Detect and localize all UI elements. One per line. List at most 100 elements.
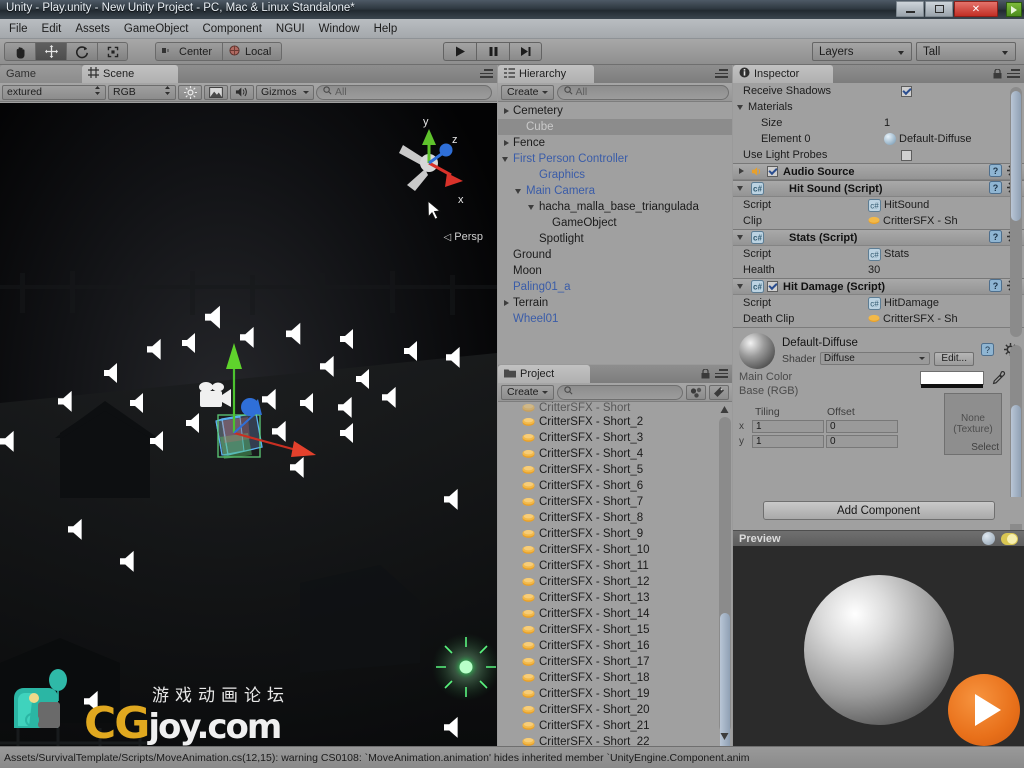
menu-item-ngui[interactable]: NGUI <box>269 21 312 37</box>
receive-shadows-row[interactable]: Receive Shadows <box>733 83 1024 99</box>
project-search-input[interactable] <box>556 384 683 400</box>
skybox-toggle-button[interactable] <box>204 84 228 100</box>
play-button[interactable] <box>443 42 476 61</box>
inspector-panel-menu-icon[interactable] <box>1007 69 1020 79</box>
materials-foldout-icon[interactable] <box>737 103 746 112</box>
project-asset-list[interactable]: CritterSFX - Short CritterSFX - Short_2 Cr… <box>498 402 732 746</box>
hierarchy-item[interactable]: GameObject <box>498 215 732 231</box>
menu-item-window[interactable]: Window <box>312 21 367 37</box>
menu-item-component[interactable]: Component <box>195 21 268 37</box>
scale-tool-button[interactable] <box>97 42 128 61</box>
texture-select-button[interactable]: Select <box>971 442 999 453</box>
component-foldout-icon[interactable] <box>737 184 746 193</box>
project-asset-row[interactable]: CritterSFX - Short <box>498 402 732 414</box>
component-help-icon[interactable]: ? <box>989 278 1002 295</box>
materials-element0-row[interactable]: Element 0 Default-Diffuse <box>733 131 1024 147</box>
foldout-arrow-icon[interactable] <box>502 299 511 308</box>
foldout-arrow-icon[interactable] <box>502 139 511 148</box>
project-asset-row[interactable]: CritterSFX - Short_7 <box>498 494 732 510</box>
tab-inspector[interactable]: Inspector <box>733 65 833 83</box>
component-header[interactable]: c# Stats (Script)? <box>733 229 1024 246</box>
hierarchy-panel-menu-icon[interactable] <box>715 69 728 79</box>
hierarchy-item[interactable]: Cube <box>498 119 732 135</box>
component-foldout-icon[interactable] <box>737 167 746 176</box>
project-asset-row[interactable]: CritterSFX - Short_2 <box>498 414 732 430</box>
property-value[interactable]: c# Stats <box>868 247 1020 261</box>
layout-dropdown[interactable]: Tall <box>916 42 1016 61</box>
tiling-x-field[interactable]: 1 <box>752 420 824 433</box>
foldout-arrow-icon[interactable] <box>515 187 524 196</box>
preview-lighting-toggle-icon[interactable] <box>1001 532 1018 545</box>
eyedropper-icon[interactable] <box>992 371 1006 388</box>
audio-toggle-button[interactable] <box>230 84 254 100</box>
receive-shadows-checkbox[interactable] <box>901 85 912 97</box>
project-lock-icon[interactable] <box>701 368 710 382</box>
tab-scene[interactable]: Scene <box>82 65 178 83</box>
hierarchy-item[interactable]: Wheel01 <box>498 311 732 327</box>
minimize-button[interactable] <box>896 1 924 17</box>
property-value[interactable]: CritterSFX - Sh <box>868 215 1020 227</box>
component-property-row[interactable]: Script c# Stats <box>733 246 1024 262</box>
materials-size-row[interactable]: Size 1 <box>733 115 1024 131</box>
project-asset-row[interactable]: CritterSFX - Short_22 <box>498 734 732 746</box>
project-asset-row[interactable]: CritterSFX - Short_3 <box>498 430 732 446</box>
menu-item-edit[interactable]: Edit <box>35 21 69 37</box>
project-filter-type-icon[interactable] <box>686 384 706 400</box>
status-bar[interactable]: Assets/SurvivalTemplate/Scripts/MoveAnim… <box>0 746 1024 768</box>
property-value[interactable]: CritterSFX - Sh <box>868 313 1020 325</box>
foldout-arrow-icon[interactable] <box>502 155 511 164</box>
project-asset-row[interactable]: CritterSFX - Short_9 <box>498 526 732 542</box>
property-value[interactable]: c# HitSound <box>868 198 1020 212</box>
move-tool-button[interactable] <box>35 42 66 61</box>
project-asset-row[interactable]: CritterSFX - Short_17 <box>498 654 732 670</box>
lighting-toggle-button[interactable] <box>178 84 202 100</box>
gizmos-dropdown[interactable]: Gizmos <box>256 84 314 100</box>
materials-size-value[interactable]: 1 <box>884 117 1020 129</box>
component-header[interactable]: c# Hit Damage (Script)? <box>733 278 1024 295</box>
project-asset-row[interactable]: CritterSFX - Short_19 <box>498 686 732 702</box>
material-help-icon[interactable]: ? <box>981 343 997 359</box>
inspector-content[interactable]: Receive Shadows Materials Size 1 Element… <box>733 83 1024 511</box>
project-asset-row[interactable]: CritterSFX - Short_13 <box>498 590 732 606</box>
hierarchy-item[interactable]: Spotlight <box>498 231 732 247</box>
hierarchy-item[interactable]: Paling01_a <box>498 279 732 295</box>
menu-item-assets[interactable]: Assets <box>68 21 117 37</box>
pivot-mode-button[interactable]: Center <box>155 42 223 61</box>
project-asset-row[interactable]: CritterSFX - Short_5 <box>498 462 732 478</box>
project-asset-row[interactable]: CritterSFX - Short_4 <box>498 446 732 462</box>
hierarchy-item[interactable]: Ground <box>498 247 732 263</box>
project-asset-row[interactable]: CritterSFX - Short_10 <box>498 542 732 558</box>
component-property-row[interactable]: Script c# HitDamage <box>733 295 1024 311</box>
project-asset-row[interactable]: CritterSFX - Short_20 <box>498 702 732 718</box>
menu-item-file[interactable]: File <box>2 21 35 37</box>
hierarchy-item[interactable]: Terrain <box>498 295 732 311</box>
texture-slot[interactable]: None (Texture) Select <box>944 393 1002 455</box>
foldout-arrow-icon[interactable] <box>502 107 511 116</box>
component-foldout-icon[interactable] <box>737 282 746 291</box>
component-property-row[interactable]: Clip CritterSFX - Sh <box>733 213 1024 229</box>
project-scroll-down-arrow[interactable] <box>720 732 730 742</box>
property-value[interactable]: 30 <box>868 264 1020 276</box>
scene-panel-menu-icon[interactable] <box>480 69 493 79</box>
hierarchy-item[interactable]: Fence <box>498 135 732 151</box>
component-enabled-checkbox[interactable] <box>767 166 778 177</box>
offset-x-field[interactable]: 0 <box>826 420 898 433</box>
inspector-scroll-thumb-lower[interactable] <box>1011 405 1021 505</box>
tiling-y-field[interactable]: 1 <box>752 435 824 448</box>
component-property-row[interactable]: Death Clip CritterSFX - Sh <box>733 311 1024 327</box>
hierarchy-search-input[interactable]: All <box>556 84 729 100</box>
project-create-button[interactable]: Create <box>501 384 554 400</box>
maximize-button[interactable] <box>925 1 953 17</box>
project-asset-row[interactable]: CritterSFX - Short_18 <box>498 670 732 686</box>
project-filter-label-icon[interactable] <box>709 384 729 400</box>
close-button[interactable]: ✕ <box>954 1 998 17</box>
scene-search-input[interactable]: All <box>316 84 492 100</box>
component-help-icon[interactable]: ? <box>989 163 1002 180</box>
main-color-swatch[interactable] <box>920 371 984 388</box>
project-asset-row[interactable]: CritterSFX - Short_8 <box>498 510 732 526</box>
use-light-probes-checkbox[interactable] <box>901 149 912 161</box>
preview-sphere-toggle-icon[interactable] <box>982 532 995 545</box>
hierarchy-item[interactable]: hacha_malla_base_triangulada <box>498 199 732 215</box>
hierarchy-item[interactable]: Moon <box>498 263 732 279</box>
project-panel-menu-icon[interactable] <box>715 369 728 379</box>
